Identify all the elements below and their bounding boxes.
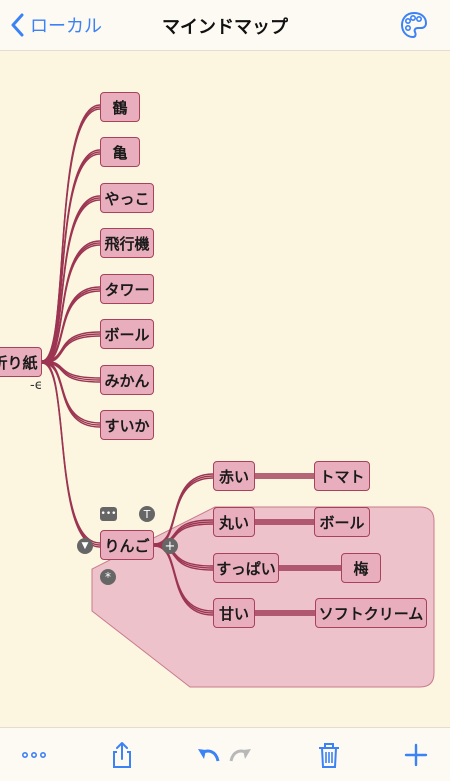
mindmap-canvas[interactable]: -ϵ 折り紙鶴亀やっこ 飛行機 タワー ボール みかん すいか りんご 赤い トマト 丸い ボールす…	[0, 51, 450, 726]
add-button[interactable]	[401, 740, 431, 770]
connector-line	[41, 361, 101, 546]
apple-child-node[interactable]: 甘い	[213, 598, 255, 628]
more-button[interactable]	[19, 740, 49, 770]
collapse-marker-icon[interactable]: -ϵ	[30, 378, 43, 393]
connector-line	[41, 240, 101, 362]
connector-line	[41, 360, 101, 544]
page-title: マインドマップ	[162, 17, 288, 38]
navigation-bar: ローカル マインドマップ	[0, 0, 450, 51]
bottom-toolbar	[0, 727, 450, 781]
branch-node[interactable]: タワー	[100, 274, 154, 304]
undo-button[interactable]	[193, 740, 223, 770]
apple-grandchild-node[interactable]: ボール	[314, 507, 370, 537]
connector-line	[41, 149, 101, 362]
plus-icon	[404, 743, 428, 767]
collapse-triangle-icon[interactable]: ▼	[77, 538, 93, 554]
redo-icon	[229, 749, 251, 762]
connector-line	[41, 151, 101, 363]
connector-line	[41, 362, 101, 548]
apple-grandchild-node[interactable]: トマト	[314, 461, 370, 491]
apple-child-node[interactable]: すっぱい	[213, 553, 279, 583]
palette-icon[interactable]	[400, 11, 428, 39]
asterisk-icon[interactable]: *	[100, 569, 116, 585]
text-format-icon[interactable]: T	[139, 506, 155, 522]
branch-node[interactable]: すいか	[100, 410, 154, 440]
branch-node[interactable]: 亀	[100, 137, 140, 167]
branch-node[interactable]: 鶴	[100, 92, 140, 122]
connector-line	[41, 197, 101, 363]
ellipsis-icon	[21, 752, 46, 759]
branch-node[interactable]: やっこ	[100, 183, 154, 213]
apple-grandchild-node[interactable]: 梅	[341, 553, 381, 583]
trash-icon	[319, 743, 339, 768]
share-icon	[113, 742, 131, 768]
apple-child-node[interactable]: 丸い	[213, 507, 255, 537]
branch-node[interactable]: みかん	[100, 365, 154, 395]
redo-button[interactable]	[226, 740, 256, 770]
branch-node[interactable]: ボール	[100, 319, 154, 349]
apple-grandchild-node[interactable]: ソフトクリーム	[315, 598, 427, 628]
share-button[interactable]	[107, 740, 137, 770]
delete-button[interactable]	[314, 740, 344, 770]
more-options-icon[interactable]: •••	[100, 507, 117, 521]
connector-line	[41, 362, 101, 428]
undo-icon	[198, 749, 220, 762]
connector-line	[41, 153, 101, 364]
apple-child-node[interactable]: 赤い	[213, 461, 255, 491]
branch-node[interactable]: 飛行機	[100, 228, 154, 258]
apple-node[interactable]: りんご	[100, 530, 154, 560]
add-child-icon[interactable]: +	[162, 538, 178, 554]
root-node[interactable]: 折り紙	[0, 347, 42, 377]
